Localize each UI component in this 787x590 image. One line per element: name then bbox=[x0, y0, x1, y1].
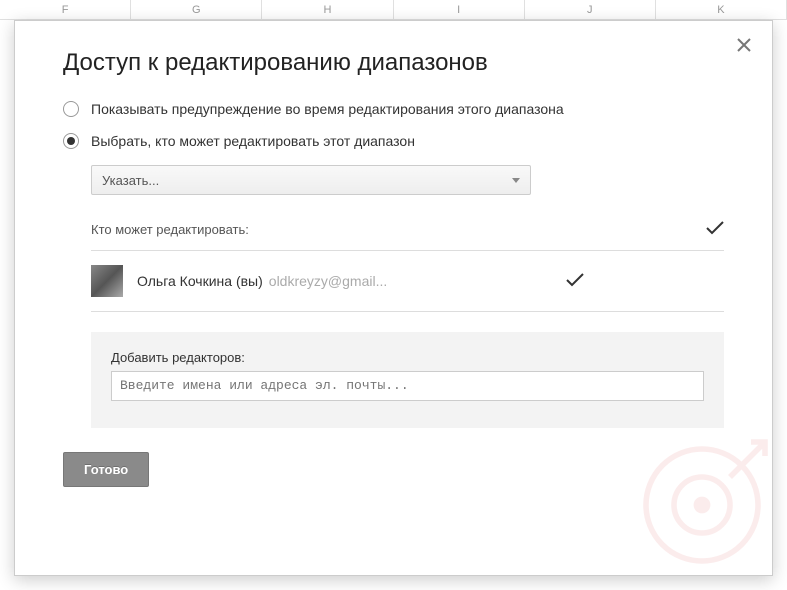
col-header: H bbox=[262, 0, 393, 19]
option-label: Показывать предупреждение во время редак… bbox=[91, 101, 564, 117]
check-all-icon[interactable] bbox=[706, 219, 724, 240]
editor-name: Ольга Кочкина (вы) bbox=[137, 273, 263, 289]
radio-checked-icon bbox=[63, 133, 79, 149]
restriction-select[interactable]: Указать... bbox=[91, 165, 531, 195]
editor-row: Ольга Кочкина (вы) oldkreyzy@gmail... bbox=[91, 265, 724, 312]
col-header: J bbox=[525, 0, 656, 19]
add-editors-label: Добавить редакторов: bbox=[111, 350, 704, 365]
radio-unchecked-icon bbox=[63, 101, 79, 117]
col-header: I bbox=[394, 0, 525, 19]
col-header: F bbox=[0, 0, 131, 19]
option-show-warning[interactable]: Показывать предупреждение во время редак… bbox=[63, 101, 724, 117]
col-header: K bbox=[656, 0, 787, 19]
avatar bbox=[91, 265, 123, 297]
option-choose-editors[interactable]: Выбрать, кто может редактировать этот ди… bbox=[63, 133, 724, 149]
col-header: G bbox=[131, 0, 262, 19]
select-label: Указать... bbox=[102, 173, 159, 188]
who-can-edit-header: Кто может редактировать: bbox=[91, 219, 724, 251]
dialog-title: Доступ к редактированию диапазонов bbox=[63, 49, 724, 77]
close-icon[interactable] bbox=[736, 37, 752, 58]
option-label: Выбрать, кто может редактировать этот ди… bbox=[91, 133, 415, 149]
range-permissions-dialog: Доступ к редактированию диапазонов Показ… bbox=[14, 20, 773, 576]
who-can-edit-label: Кто может редактировать: bbox=[91, 222, 249, 237]
add-editors-section: Добавить редакторов: bbox=[91, 332, 724, 428]
add-editors-input[interactable] bbox=[111, 371, 704, 401]
editor-email: oldkreyzy@gmail... bbox=[269, 273, 387, 289]
watermark-icon bbox=[632, 435, 772, 575]
done-button[interactable]: Готово bbox=[63, 452, 149, 487]
chevron-down-icon bbox=[512, 178, 520, 183]
spreadsheet-column-headers: F G H I J K bbox=[0, 0, 787, 20]
editor-checkbox[interactable] bbox=[566, 271, 584, 292]
